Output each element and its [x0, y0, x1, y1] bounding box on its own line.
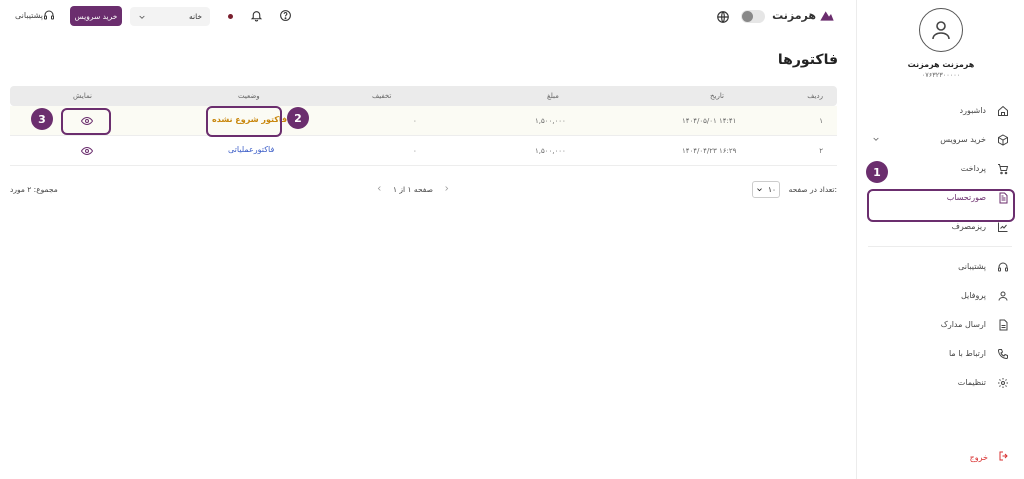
sidebar-item-label: تنظیمات — [957, 378, 986, 387]
menu-divider — [868, 246, 1012, 247]
header-discount: تخفیف — [372, 92, 392, 100]
table-header: ردیف تاریخ مبلغ تخفیف وضعیت نمایش — [10, 86, 837, 106]
topbar: هرمزنت پشتیبانی خرید سرویس خانه — [0, 0, 855, 34]
page-size-select[interactable]: ۱۰ — [752, 181, 780, 198]
sidebar-item-settings[interactable]: تنظیمات — [856, 368, 1024, 397]
status-badge: فاکتورعملیاتی — [228, 145, 275, 154]
header-amount: مبلغ — [547, 92, 559, 100]
brand-logo-icon — [820, 10, 834, 21]
page-size-value: ۱۰ — [767, 185, 776, 194]
pagination-bar: تعداد در صفحه: ۱۰ صفحه ۱ از ۱ مجموع: ۲ م… — [10, 181, 837, 198]
sidebar-item-label: ارسال مدارک — [940, 320, 986, 329]
cell-amount: ۱,۵۰۰,۰۰۰ — [535, 147, 566, 155]
avatar[interactable] — [919, 8, 963, 52]
phone-icon — [996, 347, 1010, 361]
header-row: ردیف — [807, 92, 823, 100]
sidebar-item-label: پشتیبانی — [958, 262, 986, 271]
next-page-button[interactable] — [376, 185, 383, 194]
sidebar-item-buy-service[interactable]: خرید سرویس — [856, 125, 1024, 154]
support-label: پشتیبانی — [15, 10, 43, 20]
sidebar-menu: داشبورد خرید سرویس پرداخت صورتحساب ریزمص… — [856, 96, 1024, 397]
language-button[interactable] — [716, 10, 730, 27]
box-icon — [996, 133, 1010, 147]
cell-discount: ۰ — [413, 117, 417, 125]
sidebar-item-profile[interactable]: پروفایل — [856, 281, 1024, 310]
logout-label: خروج — [969, 453, 988, 462]
annotation-badge-1: 1 — [866, 161, 888, 183]
document-icon — [996, 318, 1010, 332]
annotation-highlight-invoices — [867, 189, 1015, 222]
user-name: هرمزنت هرمزنت — [907, 60, 975, 69]
home-select[interactable]: خانه — [130, 7, 210, 26]
home-select-value: خانه — [188, 12, 202, 21]
logout-button[interactable]: خروج — [970, 450, 1010, 465]
table-row[interactable]: ۲ ۱۴۰۴/۰۴/۲۳ ۱۶:۲۹ ۱,۵۰۰,۰۰۰ ۰ فاکتورعمل… — [10, 136, 837, 166]
home-icon — [996, 104, 1010, 118]
chevron-down-icon — [757, 188, 762, 192]
globe-icon — [717, 11, 729, 23]
sidebar-item-label: پرداخت — [960, 164, 986, 173]
user-icon — [996, 289, 1010, 303]
cell-amount: ۱,۵۰۰,۰۰۰ — [535, 117, 566, 125]
sidebar: هرمزنت هرمزنت ۰۷۶۳۲۳۰۰۰۰۰ داشبورد خرید س… — [856, 0, 1024, 479]
cell-row: ۱ — [819, 117, 823, 125]
user-avatar-icon — [932, 21, 950, 40]
header-status: وضعیت — [238, 92, 260, 100]
chevron-left-icon — [377, 186, 381, 191]
sidebar-item-label: ارتباط با ما — [948, 349, 986, 358]
view-invoice-button[interactable] — [80, 146, 94, 159]
headset-icon — [43, 10, 54, 20]
annotation-highlight-view — [61, 108, 111, 135]
chevron-down-icon — [872, 135, 880, 146]
brand-logo[interactable]: هرمزنت — [772, 9, 835, 22]
help-button[interactable] — [279, 9, 292, 25]
total-count: مجموع: ۲ مورد — [10, 185, 58, 194]
header-view: نمایش — [73, 92, 93, 100]
page-navigation: صفحه ۱ از ۱ — [376, 185, 450, 194]
sidebar-item-documents[interactable]: ارسال مدارک — [856, 310, 1024, 339]
buy-service-button[interactable]: خرید سرویس — [70, 6, 122, 26]
cell-date: ۱۴۰۴/۰۴/۲۳ ۱۶:۲۹ — [682, 147, 737, 155]
support-link[interactable]: پشتیبانی — [12, 9, 55, 21]
theme-toggle[interactable] — [741, 10, 765, 23]
chevron-down-icon — [139, 15, 145, 19]
eye-icon — [80, 146, 94, 156]
brand-name: هرمزنت — [772, 9, 816, 22]
sidebar-item-support[interactable]: پشتیبانی — [856, 252, 1024, 281]
notifications-button[interactable] — [250, 9, 263, 25]
user-phone: ۰۷۶۳۲۳۰۰۰۰۰ — [921, 71, 961, 79]
gear-icon — [996, 376, 1010, 390]
sidebar-item-label: پروفایل — [960, 291, 986, 300]
page-size-label: تعداد در صفحه: — [788, 185, 837, 194]
annotation-badge-3: 3 — [31, 108, 53, 130]
logout-icon — [998, 450, 1010, 465]
sidebar-item-dashboard[interactable]: داشبورد — [856, 96, 1024, 125]
cell-row: ۲ — [819, 147, 823, 155]
toggle-knob — [742, 11, 753, 22]
notification-dot — [228, 14, 233, 19]
headset-icon — [996, 260, 1010, 274]
annotation-badge-2: 2 — [287, 107, 309, 129]
cell-discount: ۰ — [413, 147, 417, 155]
bell-icon — [250, 11, 263, 22]
sidebar-item-label: داشبورد — [959, 106, 986, 115]
cart-icon — [996, 162, 1010, 176]
chevron-right-icon — [445, 186, 449, 191]
sidebar-item-label: ریزمصرف — [951, 222, 986, 231]
page-title: فاکتورها — [777, 52, 838, 68]
sidebar-item-contact[interactable]: ارتباط با ما — [856, 339, 1024, 368]
page-info-text: صفحه ۱ از ۱ — [393, 185, 433, 194]
header-date: تاریخ — [710, 92, 724, 100]
question-icon — [280, 10, 291, 21]
table-row[interactable]: ۱ ۱۴۰۴/۰۵/۰۱ ۱۴:۴۱ ۱,۵۰۰,۰۰۰ ۰ فاکتور شر… — [10, 106, 837, 136]
cell-date: ۱۴۰۴/۰۵/۰۱ ۱۴:۴۱ — [682, 117, 737, 125]
annotation-highlight-status — [206, 106, 282, 137]
prev-page-button[interactable] — [443, 185, 450, 194]
sidebar-item-label: خرید سرویس — [940, 135, 986, 144]
invoices-table: ردیف تاریخ مبلغ تخفیف وضعیت نمایش ۱ ۱۴۰۴… — [10, 86, 837, 166]
